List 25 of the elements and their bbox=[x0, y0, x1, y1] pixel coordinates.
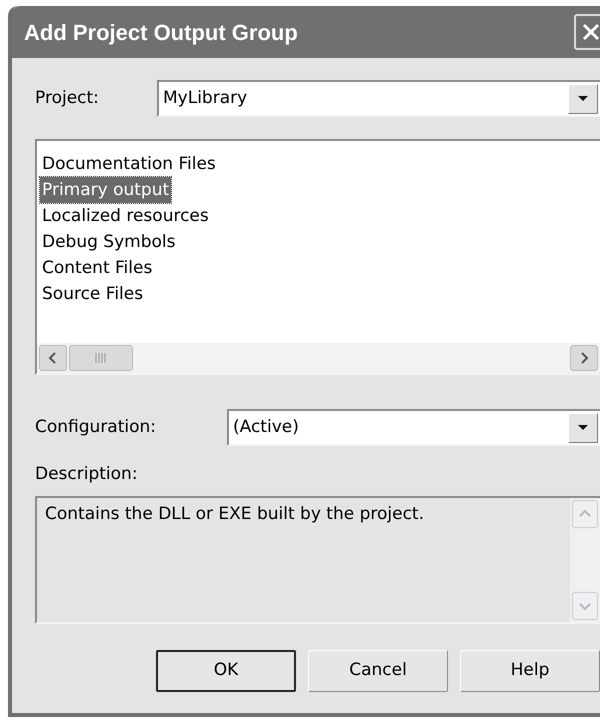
scroll-right-button[interactable] bbox=[570, 345, 598, 371]
description-text: Contains the DLL or EXE built by the project. bbox=[44, 502, 425, 526]
dropdown-button[interactable] bbox=[568, 412, 598, 442]
horizontal-scrollbar[interactable] bbox=[37, 343, 600, 373]
list-item[interactable]: Content Files bbox=[40, 255, 154, 281]
project-label: Project: bbox=[35, 86, 100, 110]
dialog-button[interactable]: OK bbox=[156, 650, 296, 692]
scroll-left-button[interactable] bbox=[39, 345, 67, 371]
grip-icon bbox=[94, 353, 108, 363]
configuration-label: Configuration: bbox=[35, 416, 158, 439]
list-item[interactable]: Documentation Files bbox=[40, 151, 218, 177]
list-item[interactable]: Source Files bbox=[40, 281, 146, 307]
dropdown-button[interactable] bbox=[568, 84, 598, 114]
list-item[interactable]: Localized resources bbox=[40, 203, 211, 229]
configuration-dropdown[interactable]: (Active) bbox=[227, 409, 600, 446]
window-title: Add Project Output Group bbox=[24, 18, 299, 47]
dialog-button[interactable]: Help bbox=[460, 650, 600, 692]
close-button[interactable] bbox=[574, 14, 600, 50]
list-item[interactable]: Debug Symbols bbox=[40, 229, 178, 255]
close-icon bbox=[581, 22, 600, 42]
project-dropdown[interactable]: MyLibrary bbox=[157, 80, 600, 117]
description-label: Description: bbox=[35, 463, 139, 486]
scroll-thumb[interactable] bbox=[69, 345, 133, 371]
dialog-button[interactable]: Cancel bbox=[308, 650, 448, 692]
list-item[interactable]: Primary output bbox=[40, 177, 172, 203]
